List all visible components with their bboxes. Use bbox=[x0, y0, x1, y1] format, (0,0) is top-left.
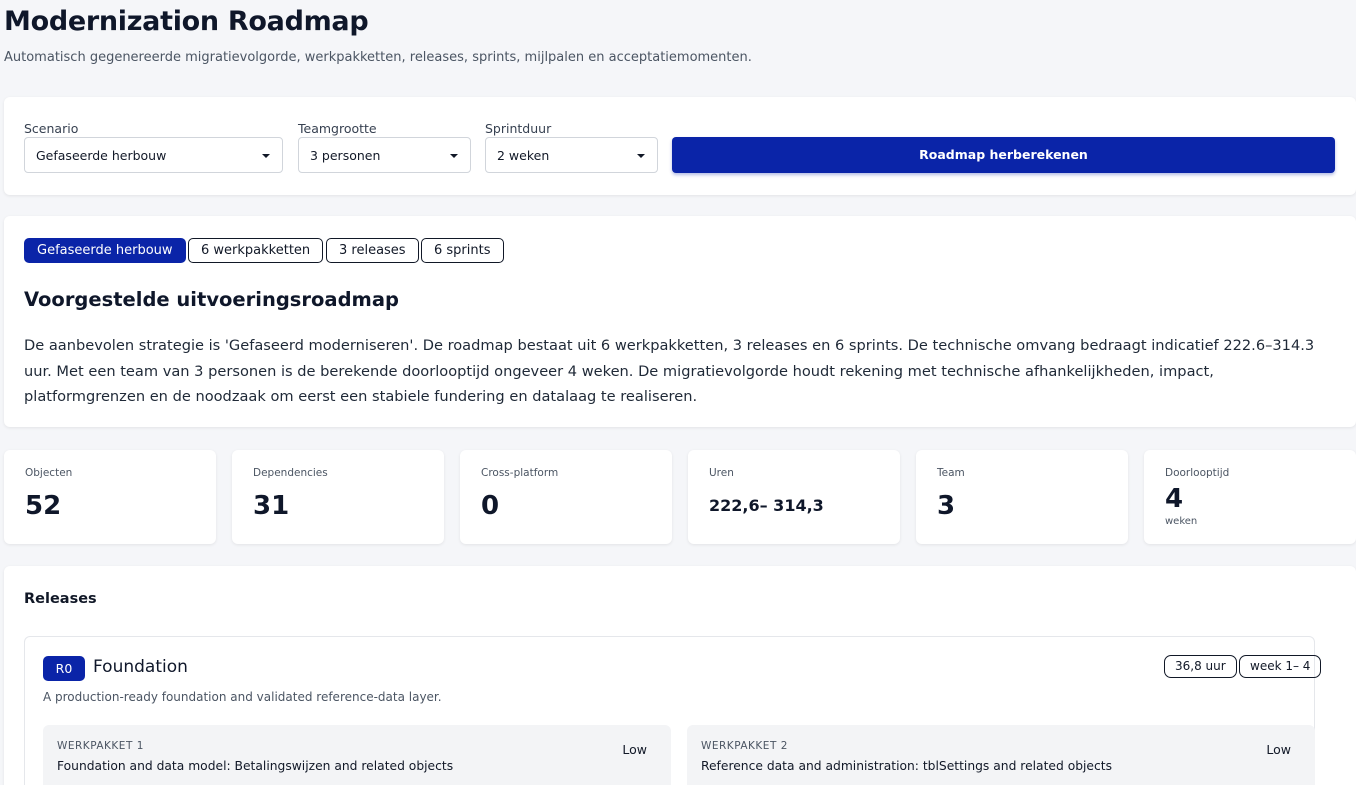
stat-card-hours: Uren 222,6– 314,3 bbox=[688, 450, 900, 544]
stat-value: 52 bbox=[25, 491, 62, 521]
releases-title: Releases bbox=[24, 591, 97, 607]
work-package-card[interactable]: WERKPAKKET 2 Reference data and administ… bbox=[687, 725, 1315, 785]
stat-unit: weken bbox=[1165, 516, 1198, 527]
chevron-down-icon bbox=[262, 154, 270, 158]
stat-label: Team bbox=[937, 467, 965, 479]
releases-card: Releases R0 Foundation A production-read… bbox=[4, 566, 1356, 785]
chevron-down-icon bbox=[637, 154, 645, 158]
sprint-duration-select[interactable]: 2 weken bbox=[485, 137, 658, 173]
release-hours-pill: 36,8 uur bbox=[1164, 655, 1237, 678]
release-item: R0 Foundation A production-ready foundat… bbox=[24, 636, 1322, 785]
scenario-select[interactable]: Gefaseerde herbouw bbox=[24, 137, 283, 173]
summary-text: De aanbevolen strategie is 'Gefaseerd mo… bbox=[24, 337, 1315, 405]
scenario-label: Scenario bbox=[24, 121, 79, 136]
stat-value: 31 bbox=[253, 491, 290, 521]
stat-value: 3 bbox=[937, 491, 956, 521]
recalculate-roadmap-button[interactable]: Roadmap herberekenen bbox=[672, 137, 1335, 173]
summary-title: Voorgestelde uitvoeringsroadmap bbox=[24, 288, 399, 311]
stat-card-objects: Objecten 52 bbox=[4, 450, 216, 544]
stat-label: Cross-platform bbox=[481, 467, 559, 479]
chevron-down-icon bbox=[450, 154, 458, 158]
team-size-select-value: 3 personen bbox=[310, 148, 381, 163]
page-subtitle: Automatisch gegenereerde migratievolgord… bbox=[4, 50, 752, 65]
summary-card: Gefaseerde herbouw 6 werkpakketten 3 rel… bbox=[4, 216, 1356, 427]
sprint-duration-select-value: 2 weken bbox=[497, 148, 550, 163]
controls-card: Scenario Gefaseerde herbouw Teamgrootte … bbox=[4, 97, 1356, 195]
stat-value: 0 bbox=[481, 491, 500, 521]
chip-scenario: Gefaseerde herbouw bbox=[24, 238, 186, 263]
stat-label: Dependencies bbox=[253, 467, 328, 479]
stat-card-lead-time: Doorlooptijd 4 weken bbox=[1144, 450, 1356, 544]
release-badge: R0 bbox=[43, 656, 85, 681]
work-package-label: WERKPAKKET 1 bbox=[57, 740, 144, 752]
work-package-title: Foundation and data model: Betalingswijz… bbox=[57, 759, 454, 773]
stat-value: 222,6– 314,3 bbox=[709, 496, 824, 515]
stat-label: Uren bbox=[709, 467, 734, 479]
chip-work-packages: 6 werkpakketten bbox=[188, 238, 324, 263]
page-title: Modernization Roadmap bbox=[4, 6, 369, 37]
work-package-title: Reference data and administration: tblSe… bbox=[701, 759, 1112, 773]
stat-card-cross-platform: Cross-platform 0 bbox=[460, 450, 672, 544]
work-package-label: WERKPAKKET 2 bbox=[701, 740, 788, 752]
stat-value: 4 bbox=[1165, 484, 1184, 514]
chip-sprints: 6 sprints bbox=[421, 238, 504, 263]
stat-card-dependencies: Dependencies 31 bbox=[232, 450, 444, 544]
team-size-select[interactable]: 3 personen bbox=[298, 137, 471, 173]
release-weeks-pill: week 1– 4 bbox=[1239, 655, 1322, 678]
release-name: Foundation bbox=[93, 657, 188, 677]
team-size-label: Teamgrootte bbox=[298, 121, 377, 136]
work-package-risk: Low bbox=[1266, 742, 1291, 757]
chip-releases: 3 releases bbox=[326, 238, 419, 263]
scenario-select-value: Gefaseerde herbouw bbox=[36, 148, 167, 163]
work-package-risk: Low bbox=[622, 742, 647, 757]
sprint-duration-label: Sprintduur bbox=[485, 121, 552, 136]
release-description: A production-ready foundation and valida… bbox=[43, 690, 442, 704]
stat-label: Objecten bbox=[25, 467, 73, 479]
stat-card-team: Team 3 bbox=[916, 450, 1128, 544]
stat-label: Doorlooptijd bbox=[1165, 467, 1230, 479]
work-package-card[interactable]: WERKPAKKET 1 Foundation and data model: … bbox=[43, 725, 671, 785]
